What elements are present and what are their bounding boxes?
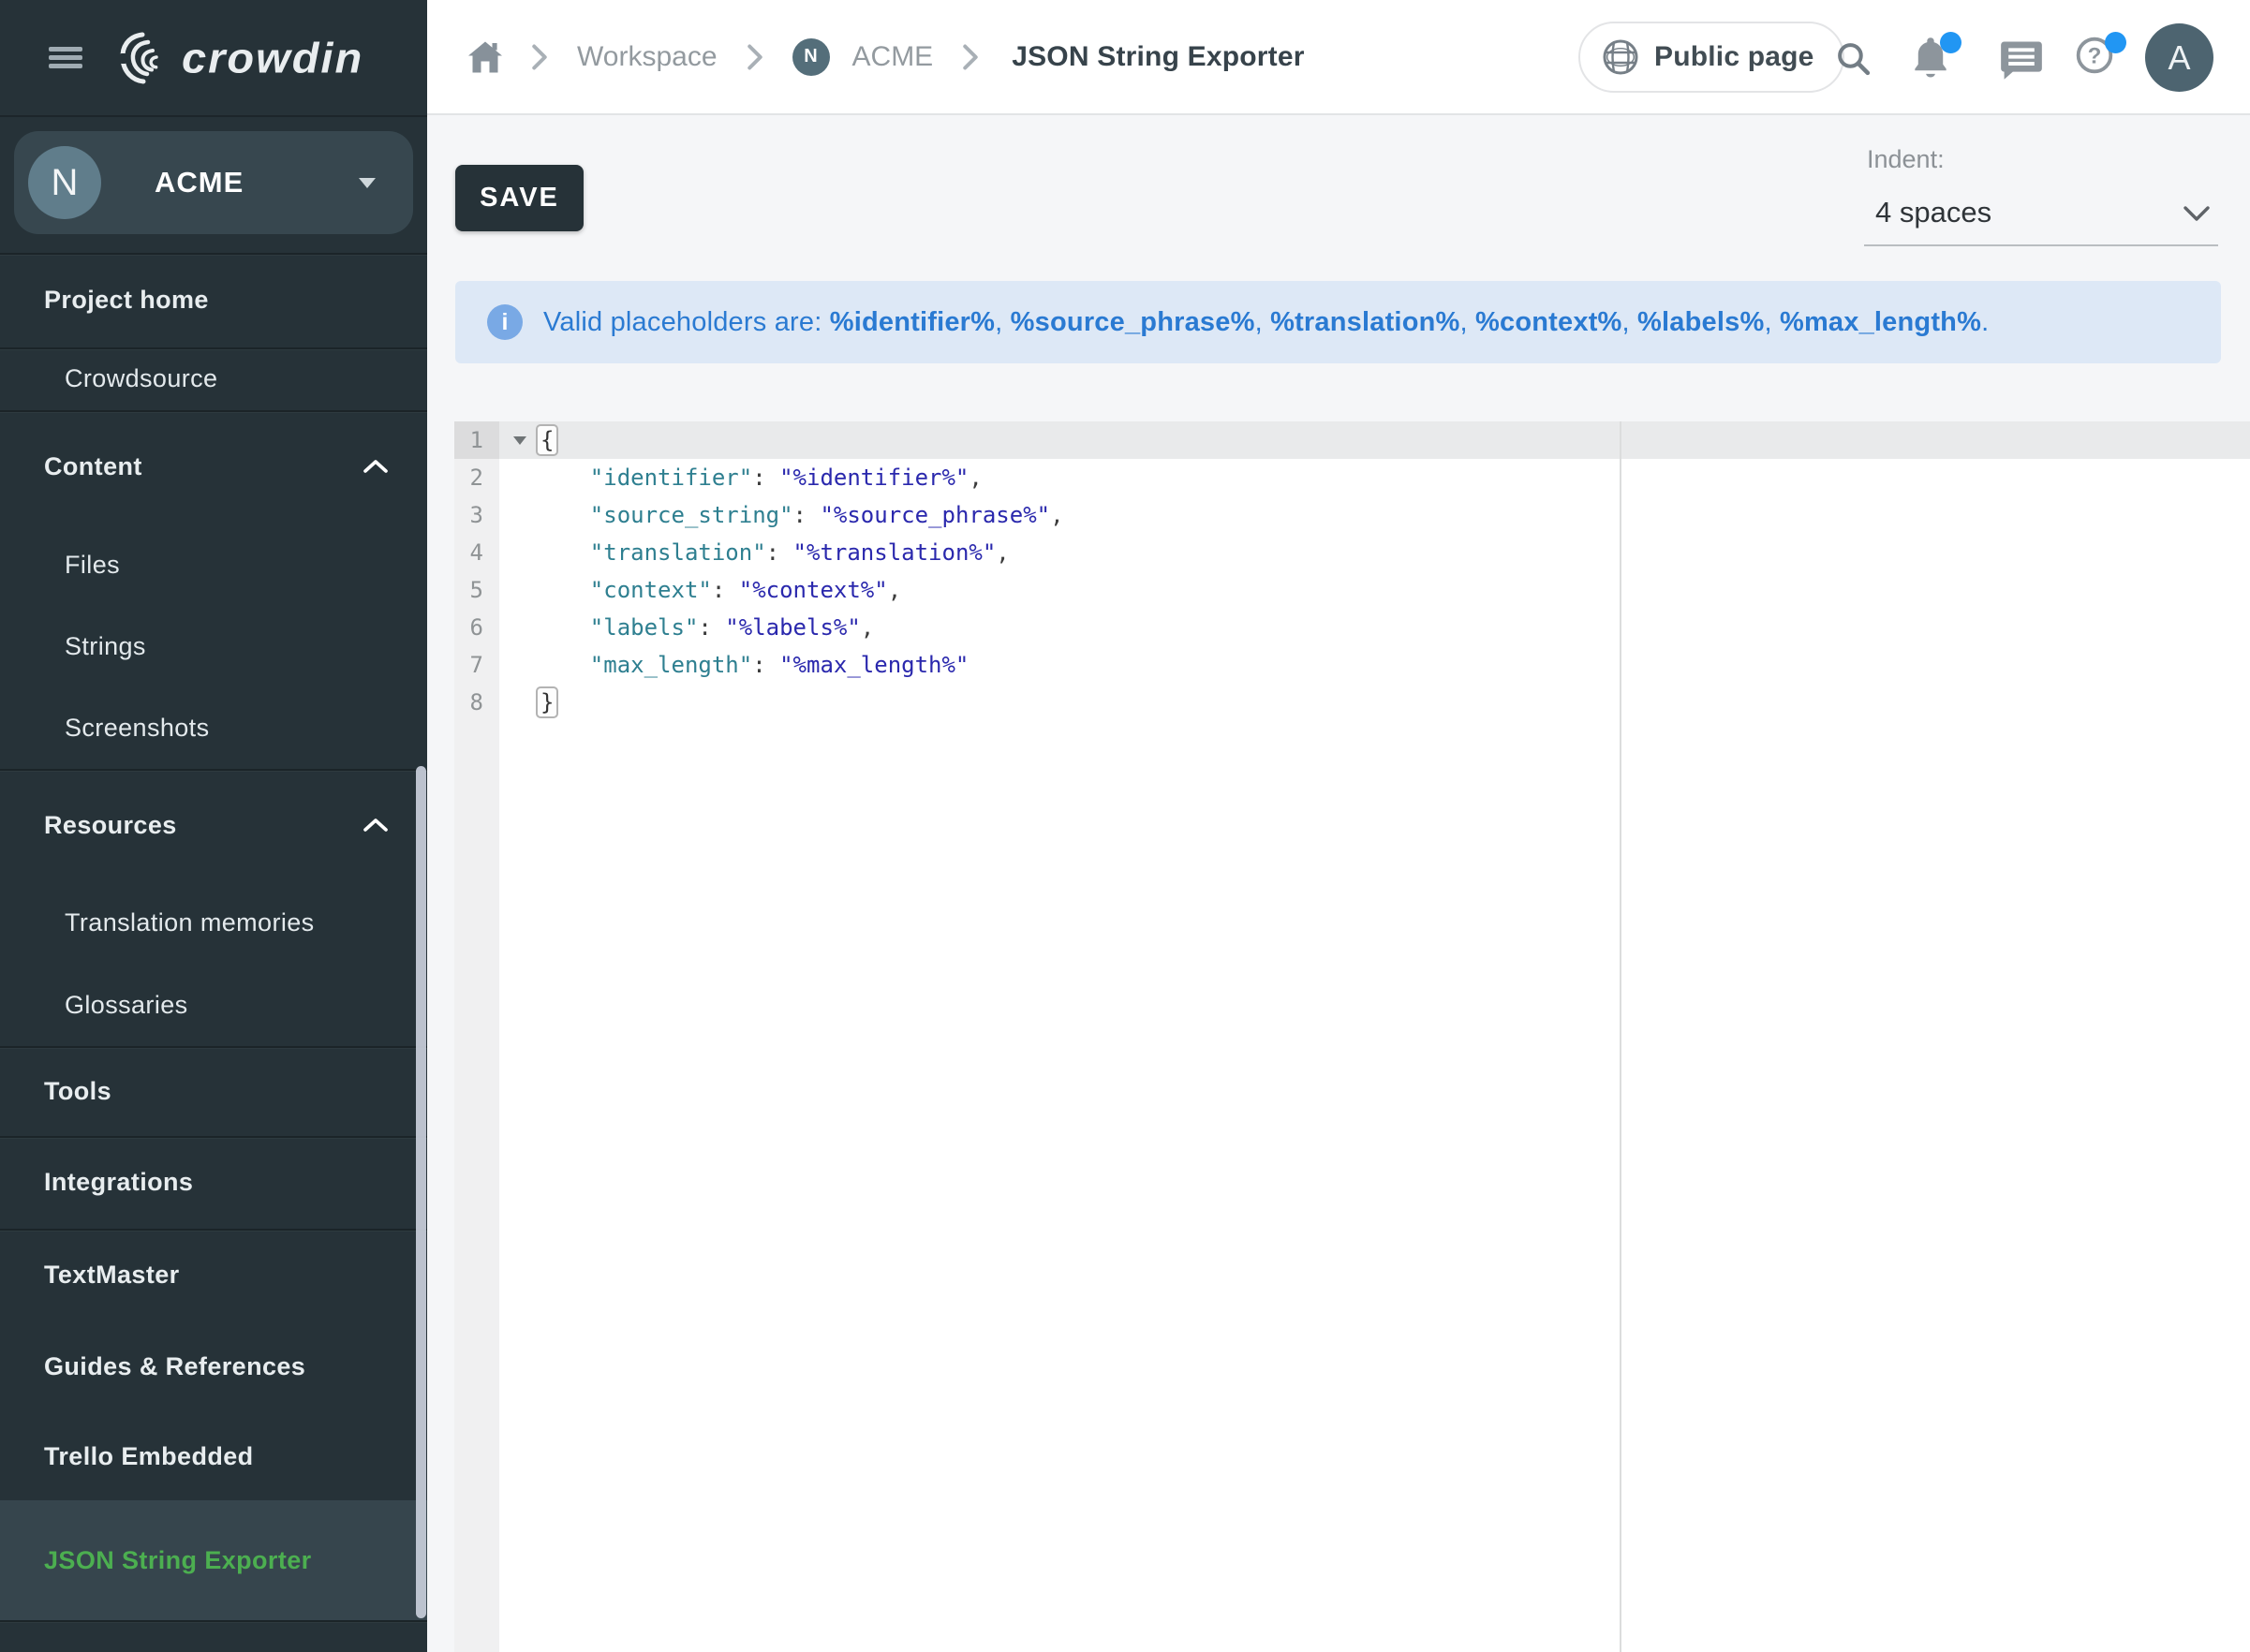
divider — [0, 1620, 427, 1622]
line-number: 4 — [454, 534, 499, 571]
line-number: 8 — [454, 684, 499, 721]
active-line-highlight — [454, 421, 2250, 459]
sidebar-header: crowdin — [0, 0, 427, 117]
sidebar-item-label: Content — [44, 452, 142, 481]
code-line: } — [536, 684, 558, 721]
sidebar-item-label: Screenshots — [65, 714, 209, 743]
line-number: 3 — [454, 496, 499, 534]
code-line: "context": "%context%", — [536, 571, 901, 609]
workspace-name: ACME — [155, 166, 244, 199]
sidebar-item-label: Crowdsource — [65, 364, 217, 393]
sidebar-item-label: Strings — [65, 632, 146, 661]
chat-icon[interactable] — [2000, 39, 2043, 81]
sidebar-item-textmaster[interactable]: TextMaster — [0, 1229, 427, 1320]
sidebar-item-label: Tools — [44, 1077, 111, 1106]
crowdin-logo-text: crowdin — [182, 33, 363, 82]
sidebar-item-screenshots[interactable]: Screenshots — [0, 686, 427, 769]
sidebar-item-label: Glossaries — [65, 991, 188, 1020]
collapse-up-icon[interactable] — [363, 818, 388, 833]
line-number: 7 — [454, 646, 499, 684]
chevron-down-icon — [2183, 205, 2211, 223]
sidebar-item-files[interactable]: Files — [0, 523, 427, 607]
topbar: Workspace N ACME JSON String Exporter Pu… — [427, 0, 2250, 115]
sidebar-item-resources[interactable]: Resources — [0, 769, 427, 881]
project-badge: N — [792, 38, 830, 76]
indent-label: Indent: — [1867, 145, 1945, 174]
sidebar-item-translation-memories[interactable]: Translation memories — [0, 881, 427, 964]
code-line: "translation": "%translation%", — [536, 534, 1010, 571]
code-line: { — [536, 421, 558, 459]
sidebar-item-json-string-exporter[interactable]: JSON String Exporter — [0, 1500, 427, 1620]
crowdin-logo[interactable]: crowdin — [114, 27, 363, 89]
info-banner: i Valid placeholders are: %identifier%, … — [455, 281, 2221, 363]
sidebar-item-label: Trello Embedded — [44, 1442, 254, 1471]
editor-ruler — [1620, 421, 1621, 1652]
sidebar-item-trello-embedded[interactable]: Trello Embedded — [0, 1412, 427, 1500]
indent-selected-value: 4 spaces — [1875, 196, 1991, 229]
chevron-right-icon — [961, 43, 980, 71]
sidebar-item-project-settings[interactable]: Project settings — [0, 1626, 427, 1652]
banner-text: Valid placeholders are: %identifier%, %s… — [543, 281, 1989, 363]
line-number: 1 — [454, 421, 499, 459]
code-line: "source_string": "%source_phrase%", — [536, 496, 1064, 534]
indent-select[interactable]: 4 spaces — [1864, 188, 2218, 246]
svg-text:?: ? — [2088, 43, 2102, 68]
chevron-right-icon — [530, 43, 549, 71]
notifications-button[interactable] — [1912, 36, 1951, 81]
sidebar-item-label: TextMaster — [44, 1261, 180, 1290]
sidebar-item-guides-references[interactable]: Guides & References — [0, 1320, 427, 1412]
breadcrumb-workspace[interactable]: Workspace — [577, 41, 718, 73]
line-number: 2 — [454, 459, 499, 496]
sidebar-item-label: Files — [65, 551, 120, 580]
breadcrumb-project[interactable]: ACME — [852, 41, 934, 73]
save-button[interactable]: SAVE — [455, 165, 584, 231]
public-page-button[interactable]: Public page — [1578, 22, 1844, 93]
sidebar-item-project-home[interactable]: Project home — [0, 253, 427, 347]
collapse-up-icon[interactable] — [363, 459, 388, 474]
code-line: "max_length": "%max_length%" — [536, 646, 969, 684]
user-avatar[interactable]: A — [2145, 23, 2213, 92]
home-icon[interactable] — [468, 41, 502, 73]
breadcrumb: Workspace N ACME JSON String Exporter — [468, 0, 1305, 113]
page-title: JSON String Exporter — [1012, 41, 1304, 73]
workspace-switcher[interactable]: N ACME — [14, 131, 413, 234]
code-line: "labels": "%labels%", — [536, 609, 874, 646]
help-button[interactable]: ? — [2075, 36, 2116, 79]
sidebar-item-label: JSON String Exporter — [44, 1546, 312, 1575]
sidebar-item-label: Project settings — [44, 1649, 240, 1652]
sidebar-item-label: Integrations — [44, 1168, 193, 1197]
sidebar-item-label: Translation memories — [65, 908, 315, 937]
notification-badge-dot — [1940, 32, 1961, 53]
public-page-label: Public page — [1654, 41, 1814, 73]
code-line: "identifier": "%identifier%", — [536, 459, 983, 496]
chevron-right-icon — [746, 43, 764, 71]
sidebar-item-integrations[interactable]: Integrations — [0, 1136, 427, 1229]
sidebar-item-label: Guides & References — [44, 1352, 305, 1381]
main-content: SAVE Indent: 4 spaces i Valid placeholde… — [427, 115, 2250, 1652]
sidebar-item-label: Resources — [44, 811, 177, 840]
sidebar-item-label: Project home — [44, 286, 209, 315]
sidebar: crowdin N ACME Project home Crowdsource Co… — [0, 0, 427, 1652]
help-badge-dot — [2105, 32, 2126, 53]
code-editor[interactable]: 12345678 { "identifier": "%identifier%",… — [454, 421, 2250, 1652]
sidebar-item-tools[interactable]: Tools — [0, 1046, 427, 1136]
sidebar-scrollbar[interactable] — [416, 766, 426, 1618]
workspace-avatar: N — [28, 146, 101, 219]
fold-toggle-icon[interactable] — [513, 436, 526, 445]
chevron-down-icon — [359, 178, 376, 188]
sidebar-item-content[interactable]: Content — [0, 410, 427, 523]
sidebar-item-glossaries[interactable]: Glossaries — [0, 964, 427, 1046]
app-root: crowdin N ACME Project home Crowdsource Co… — [0, 0, 2250, 1652]
sidebar-item-crowdsource[interactable]: Crowdsource — [0, 347, 427, 410]
line-number: 6 — [454, 609, 499, 646]
search-icon[interactable] — [1836, 41, 1872, 77]
line-number: 5 — [454, 571, 499, 609]
crowdin-logo-icon — [114, 27, 176, 89]
info-icon: i — [487, 304, 523, 340]
sidebar-item-strings[interactable]: Strings — [0, 607, 427, 686]
globe-icon — [1601, 37, 1640, 77]
hamburger-menu-icon[interactable] — [49, 47, 82, 68]
